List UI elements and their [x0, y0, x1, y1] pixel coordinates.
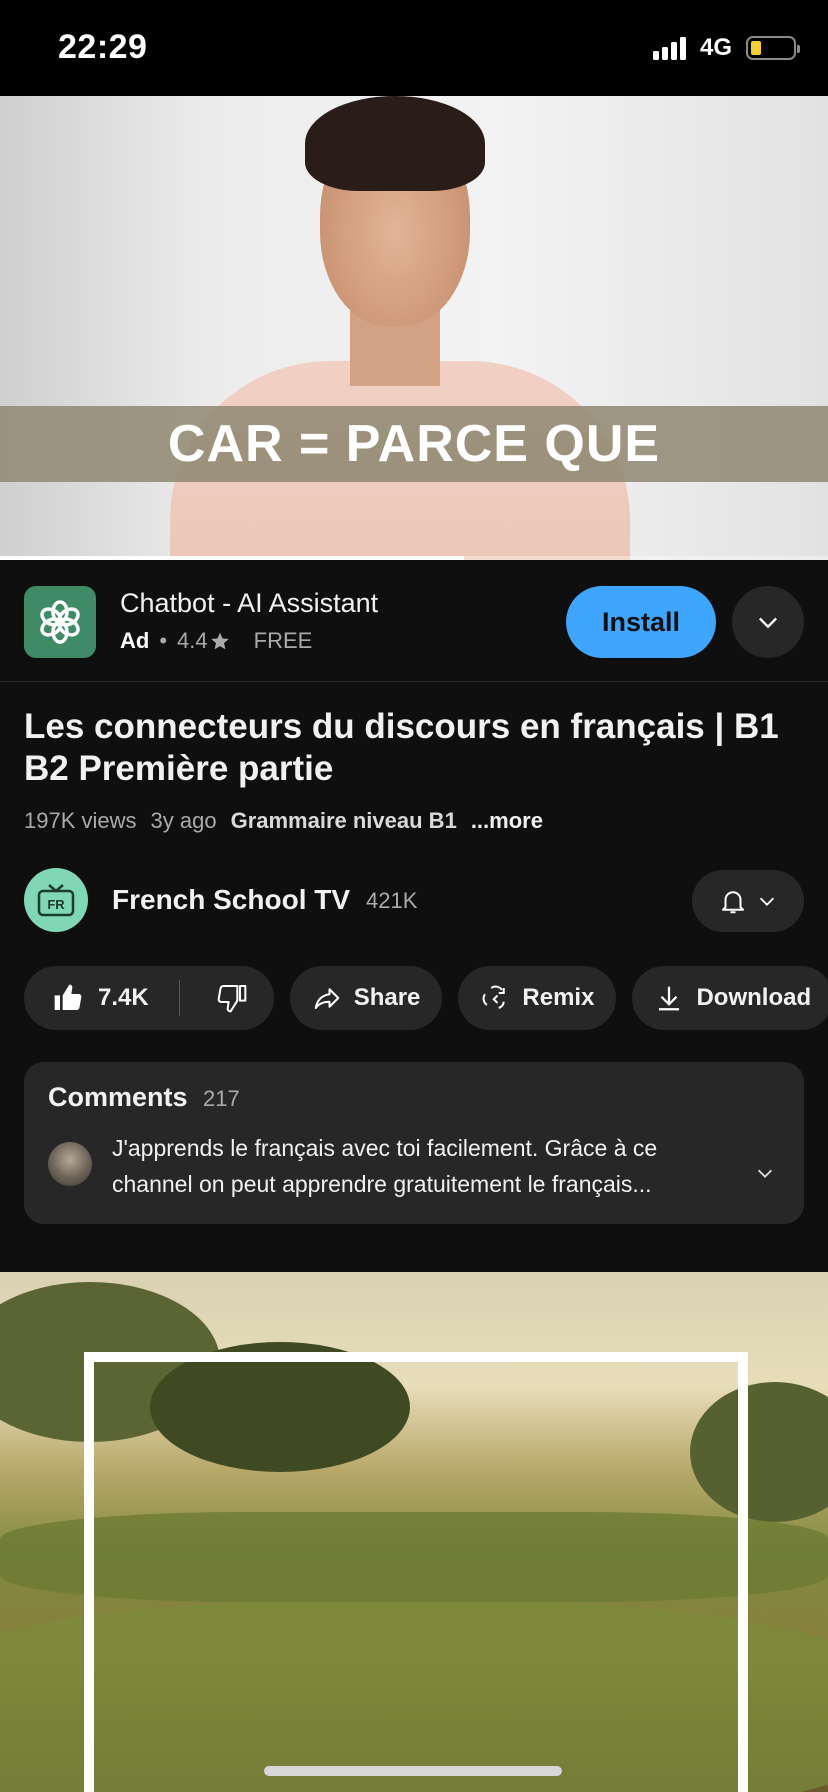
home-indicator[interactable]: [264, 1766, 562, 1776]
ad-meta: Ad • 4.4 FREE: [120, 628, 312, 654]
download-label: Download: [696, 984, 812, 1011]
like-dislike-pill: 7.4K: [24, 966, 274, 1030]
status-bar: 22:29 4G: [0, 0, 828, 96]
upload-age: 3y ago: [150, 808, 217, 833]
star-icon: [210, 632, 229, 650]
install-button[interactable]: Install: [566, 586, 716, 658]
remix-label: Remix: [522, 984, 595, 1011]
commenter-avatar: [48, 1142, 92, 1186]
status-indicators: 4G: [652, 34, 800, 62]
like-button[interactable]: 7.4K: [24, 966, 167, 1030]
dislike-button[interactable]: [192, 966, 274, 1030]
channel-name[interactable]: French School TV: [112, 884, 350, 916]
share-label: Share: [353, 984, 421, 1011]
remix-button[interactable]: Remix: [458, 966, 617, 1030]
chatgpt-flower-icon[interactable]: [24, 586, 96, 658]
thumbnail-white-frame: [84, 1352, 748, 1792]
remix-icon: [483, 985, 506, 1009]
like-count: 7.4K: [98, 984, 149, 1011]
ad-expand-button[interactable]: [732, 586, 804, 658]
like-divider: [178, 980, 180, 1016]
chevron-down-icon: [759, 897, 775, 906]
meta-separator: •: [159, 628, 168, 653]
comments-card[interactable]: Comments 217 J'apprends le français avec…: [24, 1062, 804, 1224]
share-button[interactable]: Share: [289, 966, 443, 1030]
status-time: 22:29: [58, 28, 148, 66]
video-frame-person-hair: [305, 96, 485, 191]
ad-banner[interactable]: Chatbot - AI Assistant Ad • 4.4 FREE Ins…: [0, 560, 828, 682]
chevron-down-icon[interactable]: [754, 1162, 776, 1184]
comments-heading: Comments 217: [48, 1082, 240, 1113]
comments-count: 217: [203, 1086, 240, 1111]
download-button[interactable]: Download: [632, 966, 828, 1030]
more-description-link[interactable]: ...more: [471, 808, 543, 834]
thumbs-up-icon: [54, 984, 82, 1011]
thumbs-down-icon: [217, 985, 247, 1013]
video-player[interactable]: CAR = PARCE QUE: [0, 96, 828, 560]
battery-icon: [746, 36, 800, 60]
ad-price: FREE: [253, 628, 313, 653]
avatar-text: FR: [47, 897, 65, 912]
ad-badge: Ad: [120, 628, 150, 653]
channel-avatar[interactable]: FR: [24, 868, 88, 932]
ad-rating: 4.4: [177, 628, 208, 653]
ad-app-logo-svg: [40, 600, 80, 644]
video-tag[interactable]: Grammaire niveau B1: [231, 808, 457, 834]
subscriber-count: 421K: [366, 888, 418, 913]
video-title: Les connecteurs du discours en français …: [24, 707, 779, 788]
bell-icon: [722, 891, 744, 914]
top-comment-text: J'apprends le français avec toi facileme…: [112, 1135, 658, 1197]
channel-row[interactable]: FR French School TV 421K: [0, 866, 828, 936]
comments-title: Comments: [48, 1082, 188, 1112]
ad-app-name[interactable]: Chatbot - AI Assistant: [120, 588, 378, 619]
share-arrow-icon: [314, 988, 339, 1009]
chevron-down-icon: [759, 617, 777, 629]
download-icon: [659, 986, 680, 1011]
tv-logo-icon: FR: [37, 884, 75, 917]
video-meta-row[interactable]: 197K views 3y ago Grammaire niveau B1 ..…: [24, 808, 543, 834]
notification-bell-button[interactable]: [692, 870, 804, 932]
next-video-thumbnail[interactable]: [0, 1272, 828, 1792]
cellular-signal-icon: [652, 36, 686, 60]
action-bar: 7.4K Share Remix Download: [24, 966, 828, 1030]
view-count: 197K views: [24, 808, 137, 833]
video-caption: CAR = PARCE QUE: [167, 415, 661, 473]
network-type: 4G: [699, 34, 732, 61]
video-caption-band: CAR = PARCE QUE: [0, 406, 828, 482]
